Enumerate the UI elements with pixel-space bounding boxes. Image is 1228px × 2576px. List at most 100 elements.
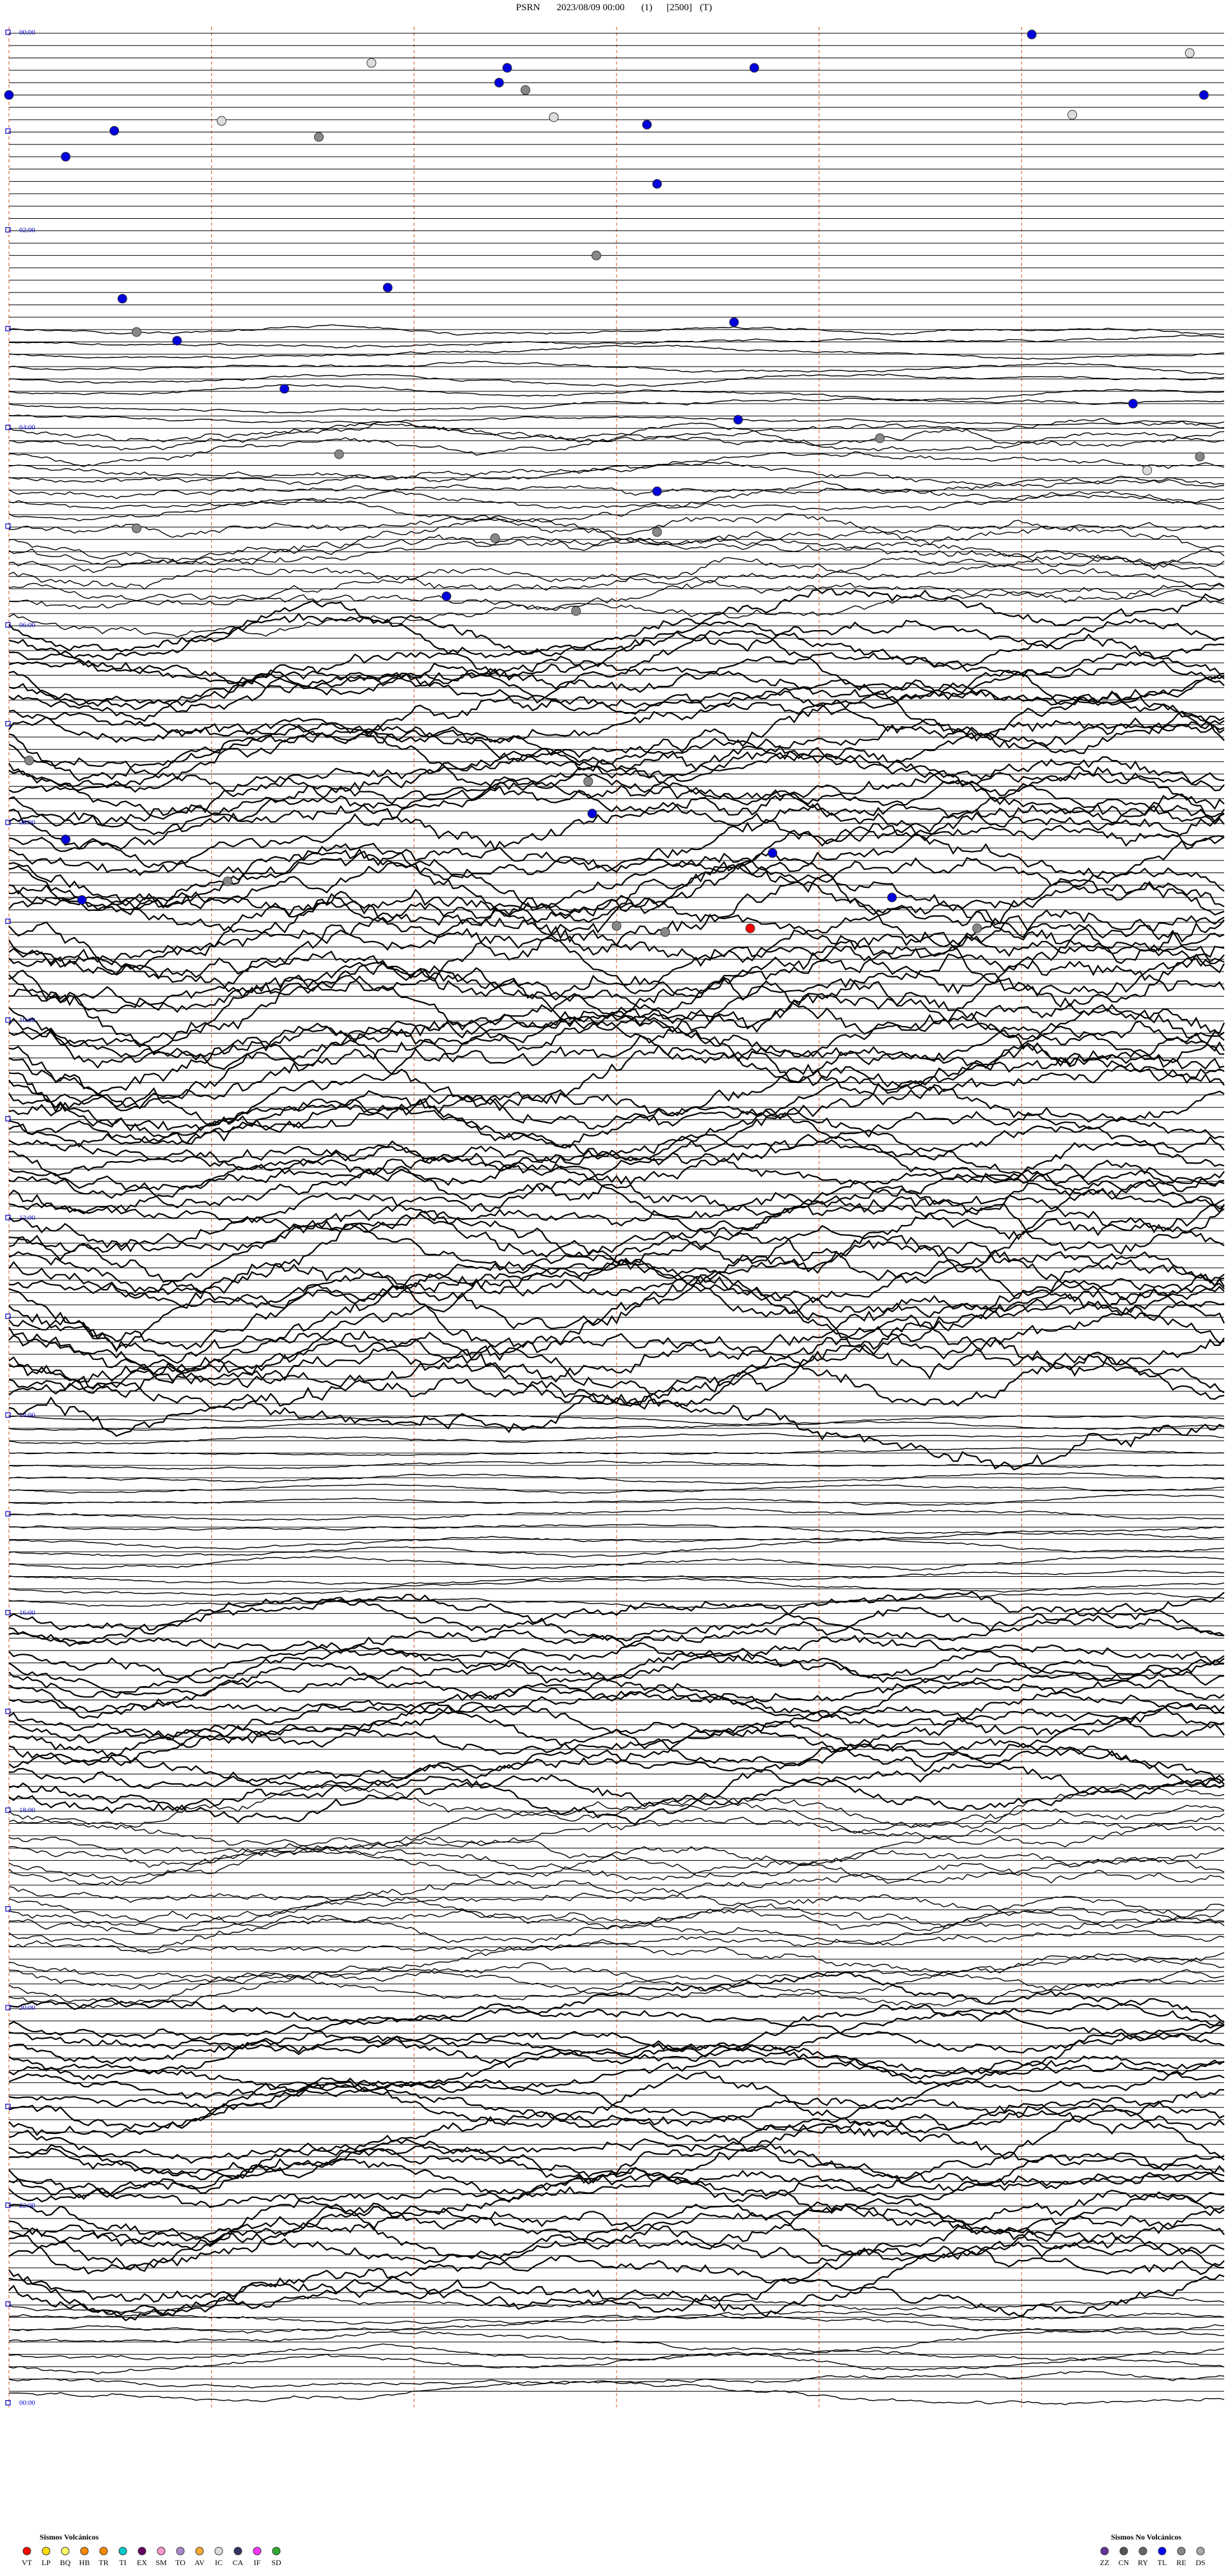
minute-grid xyxy=(8,27,1022,2408)
seismic-trace xyxy=(8,587,1225,638)
legend-volcanic-swatch xyxy=(214,2547,223,2556)
legend-volcanic-label: BQ xyxy=(60,2558,71,2567)
time-label: 06:00 xyxy=(19,621,36,629)
seismic-trace xyxy=(8,1629,1225,1695)
event-marker xyxy=(767,848,778,858)
legend-non-volcanic-label: RY xyxy=(1138,2558,1148,2567)
header-filter: (1) xyxy=(642,3,653,13)
legend-volcanic-label: CA xyxy=(233,2558,244,2567)
event-marker xyxy=(611,921,622,931)
header-station: PSRN xyxy=(516,3,540,13)
event-marker xyxy=(109,125,120,136)
event-markers xyxy=(4,29,1209,937)
event-marker xyxy=(652,527,662,537)
event-marker xyxy=(1195,452,1205,462)
hour-marker xyxy=(5,1709,11,1714)
event-marker xyxy=(549,112,559,122)
legend-volcanic-label: SD xyxy=(271,2558,281,2567)
time-label: 10:00 xyxy=(19,1016,36,1024)
hour-marker xyxy=(5,523,11,529)
legend-volcanic-label: TI xyxy=(119,2558,126,2567)
hour-marker xyxy=(5,1511,11,1517)
hour-marker xyxy=(5,2400,11,2406)
event-marker xyxy=(279,384,290,394)
legend-volcanic-swatch xyxy=(118,2547,127,2556)
event-marker xyxy=(77,895,87,905)
event-marker xyxy=(334,449,344,459)
event-marker xyxy=(24,755,35,766)
seismic-trace xyxy=(8,2371,1225,2389)
legend-non-volcanic-swatch xyxy=(1177,2547,1186,2556)
legend-volcanic-label: HB xyxy=(79,2558,90,2567)
event-marker xyxy=(441,591,452,601)
legend-volcanic-swatch xyxy=(61,2547,70,2556)
legend-volcanic-swatch xyxy=(99,2547,108,2556)
time-label: 08:00 xyxy=(19,819,36,826)
legend-non-volcanic-label: ZZ xyxy=(1100,2558,1110,2567)
event-marker xyxy=(366,58,377,68)
event-marker xyxy=(117,294,127,304)
time-label: 00:00 xyxy=(19,29,36,36)
event-marker xyxy=(61,152,71,162)
legend-volcanic-label: EX xyxy=(137,2558,147,2567)
legend-volcanic-label: VT xyxy=(22,2558,33,2567)
legend-volcanic-swatch xyxy=(195,2547,204,2556)
event-marker xyxy=(132,327,141,337)
event-marker xyxy=(61,834,71,844)
event-marker xyxy=(1142,465,1153,475)
event-marker xyxy=(729,317,739,328)
header-scale: [2500] xyxy=(666,3,692,13)
event-marker xyxy=(1128,399,1138,409)
event-marker xyxy=(4,90,14,100)
legend-volcanic-swatch xyxy=(80,2547,89,2556)
hour-marker xyxy=(5,29,11,35)
seismic-trace xyxy=(8,554,1225,591)
event-marker xyxy=(490,533,500,543)
legend-non-volcanic-swatch xyxy=(1138,2547,1147,2556)
legend-volcanic-swatch xyxy=(233,2547,242,2556)
event-marker xyxy=(314,132,324,142)
event-marker xyxy=(172,336,182,346)
legend-volcanic-swatch xyxy=(22,2547,31,2556)
event-marker xyxy=(652,178,662,189)
seismogram-plot: 00:00 02:00 04:00 06:00 08:00 10:00 12:00 14:00… xyxy=(4,3,1225,2567)
event-marker xyxy=(591,250,601,260)
event-marker xyxy=(587,809,597,819)
event-marker xyxy=(652,486,662,496)
event-marker xyxy=(521,85,530,95)
legend-non-volcanic-swatch xyxy=(1196,2547,1205,2556)
hour-marker xyxy=(5,918,11,924)
time-labels: 00:00 02:00 04:00 06:00 08:00 10:00 12:00 14:00… xyxy=(19,29,36,2407)
legend-non-volcanic-label: DS xyxy=(1195,2558,1205,2567)
legend-volcanic: Sismos Volcánicos VT LP BQ HB TR TI EX SM TO AV IC… xyxy=(22,2533,281,2567)
seismic-trace xyxy=(8,2077,1225,2130)
legend-non-volcanic-label: TL xyxy=(1158,2558,1167,2567)
event-marker xyxy=(132,523,141,533)
event-marker xyxy=(1067,109,1077,120)
legend-volcanic-label: LP xyxy=(42,2558,51,2567)
event-marker xyxy=(749,63,759,73)
legend-volcanic-swatch xyxy=(42,2547,51,2556)
hour-marker xyxy=(5,1609,11,1615)
event-marker xyxy=(1199,90,1209,100)
legend-non-volcanic-swatch xyxy=(1119,2547,1128,2556)
legend-non-volcanic-title: Sismos No Volcánicos xyxy=(1111,2533,1181,2541)
event-marker xyxy=(583,777,594,787)
header-datetime: 2023/08/09 00:00 xyxy=(556,3,624,13)
legend-volcanic-label: IF xyxy=(254,2558,261,2567)
legend-non-volcanic: Sismos No Volcánicos ZZ CN RY TL RE DS xyxy=(1100,2533,1206,2567)
event-marker xyxy=(217,116,226,126)
seismic-trace xyxy=(8,397,1225,414)
seismic-trace xyxy=(8,557,1225,611)
time-label: 22:00 xyxy=(19,2202,36,2209)
legend-non-volcanic-swatch xyxy=(1158,2547,1167,2556)
hour-marker xyxy=(5,227,11,233)
event-marker xyxy=(642,120,652,130)
time-label: 20:00 xyxy=(19,2004,36,2012)
legend-non-volcanic-swatch xyxy=(1100,2547,1109,2556)
hour-marker xyxy=(5,1017,11,1023)
event-marker xyxy=(660,927,670,937)
event-marker xyxy=(887,892,897,903)
event-marker xyxy=(733,415,743,425)
time-label: 00:00 xyxy=(19,2399,36,2407)
